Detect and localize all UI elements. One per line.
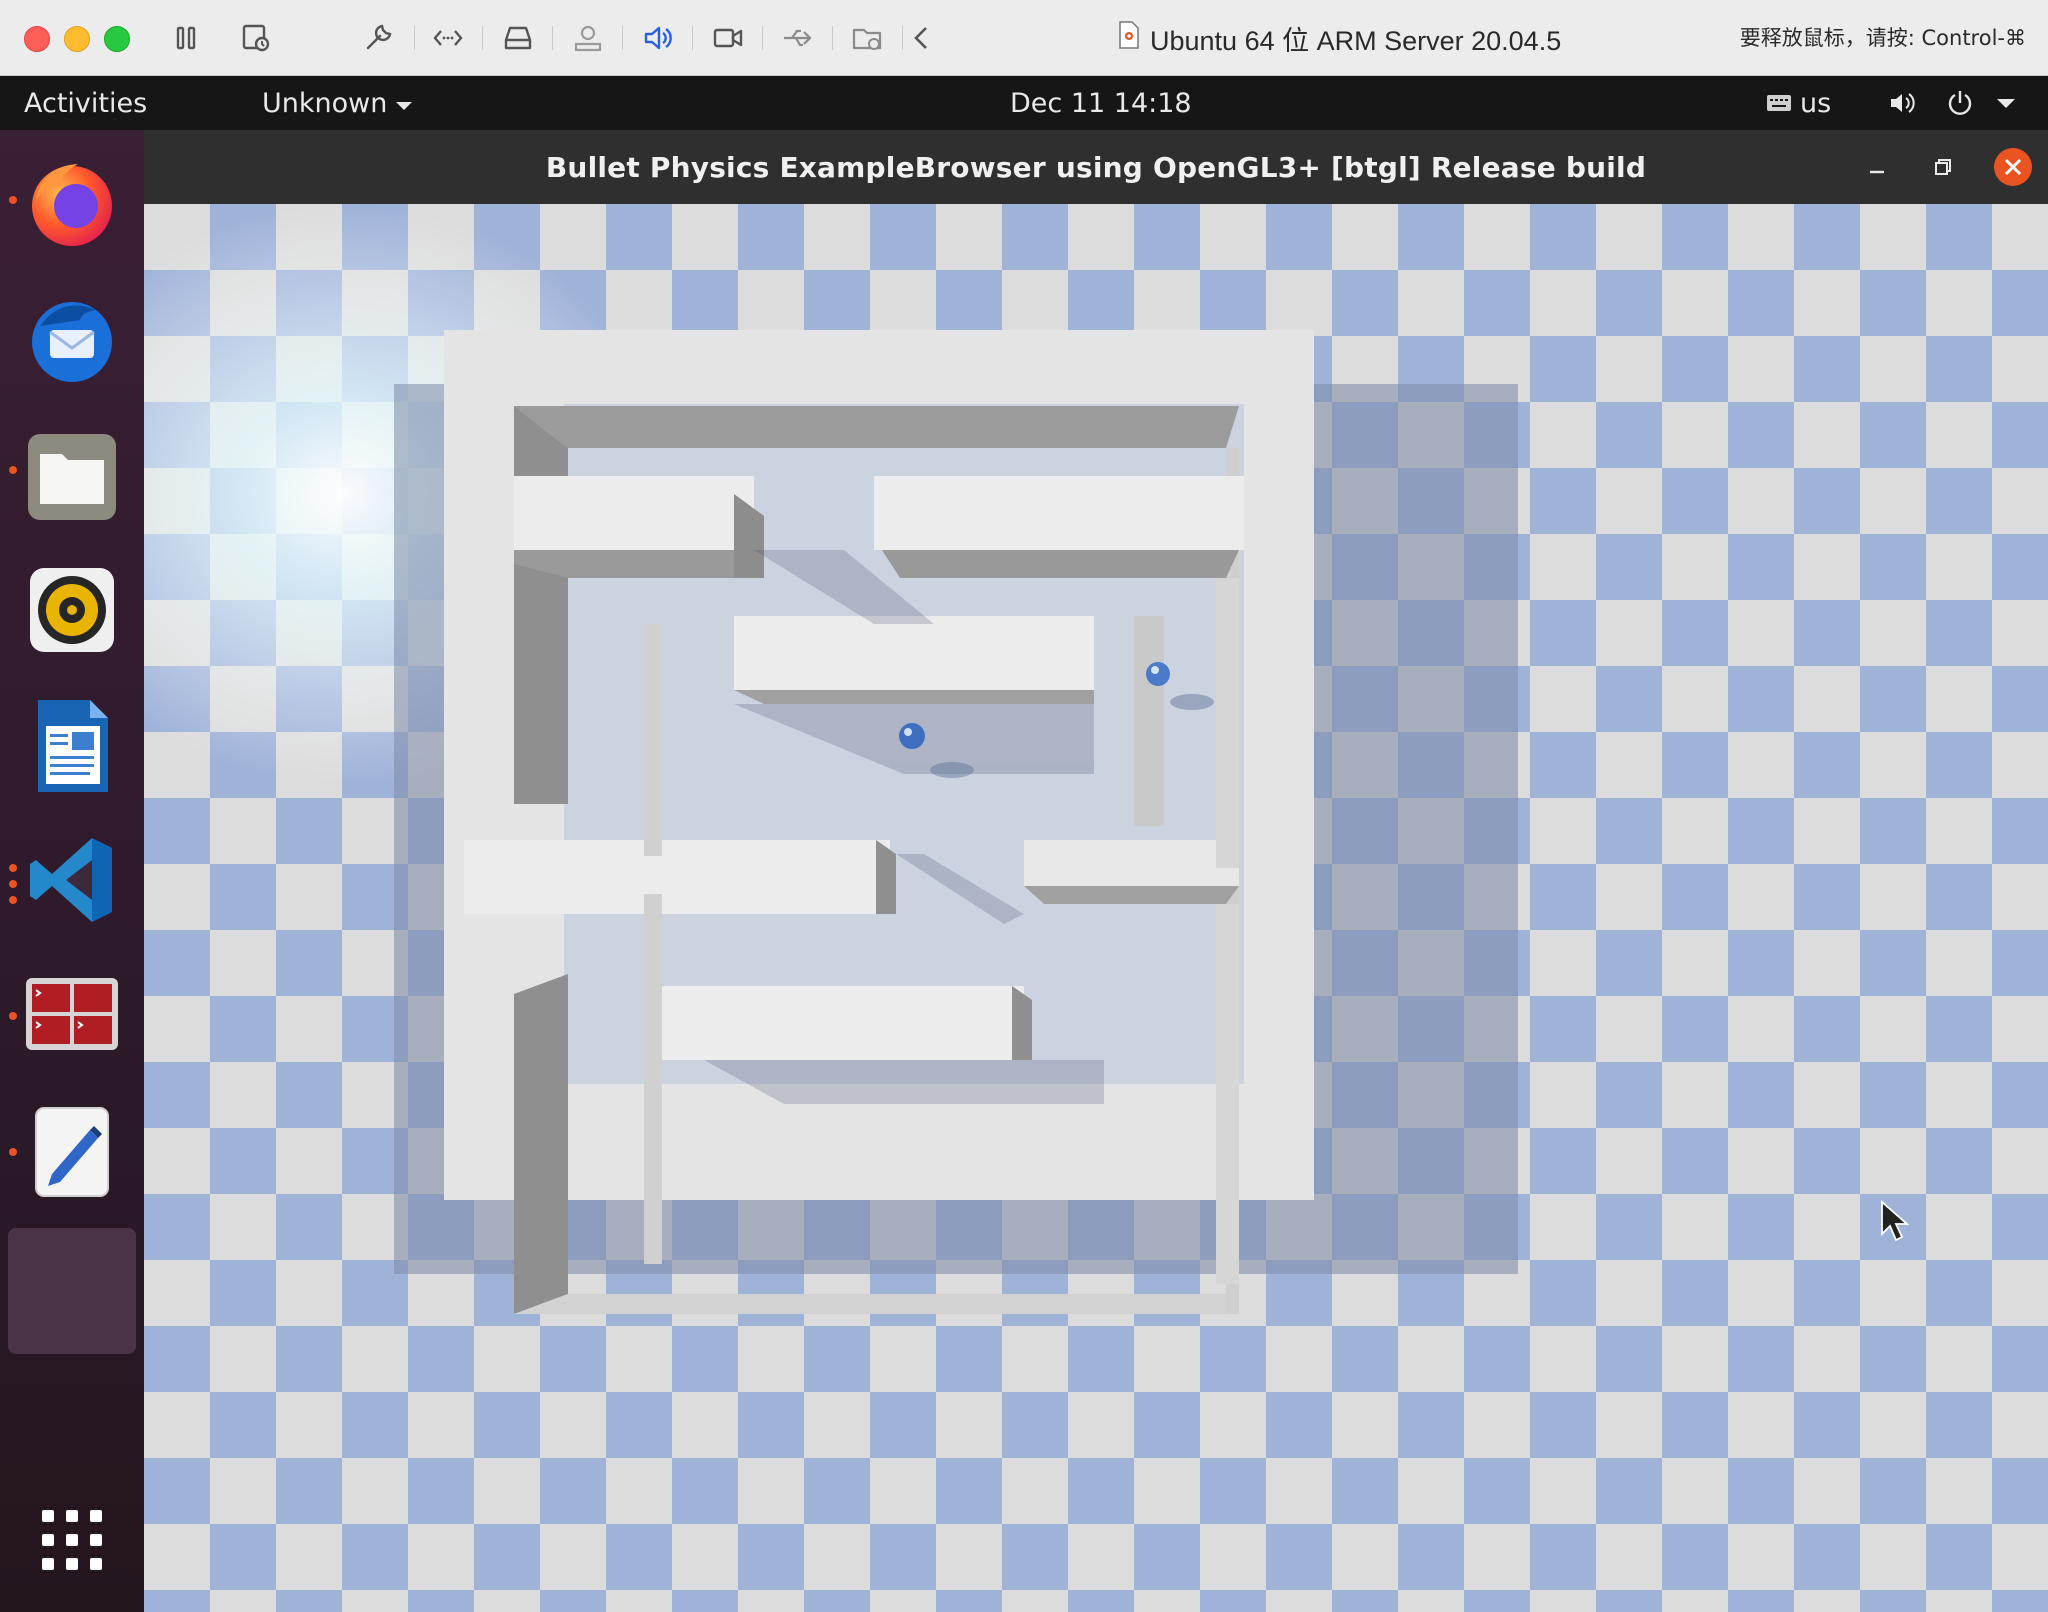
clock[interactable]: Dec 11 14:18 — [1010, 76, 1192, 130]
bullet-example-browser-window: Bullet Physics ExampleBrowser using Open… — [144, 130, 2048, 1612]
mouse-cursor-icon — [1881, 1200, 1910, 1242]
keyboard-icon — [1766, 88, 1792, 119]
release-mouse-hint: 要释放鼠标，请按: Control-⌘ — [1739, 26, 2026, 50]
camera-icon[interactable] — [710, 20, 746, 56]
running-indicator — [9, 896, 17, 904]
printer-icon[interactable] — [570, 20, 606, 56]
volume-icon[interactable] — [1888, 76, 1918, 130]
settings-wrench-icon[interactable] — [360, 20, 396, 56]
running-indicator — [9, 880, 17, 888]
vm-window-title: Ubuntu 64 位 ARM Server 20.04.5 — [1118, 18, 1561, 58]
app-menu[interactable]: Unknown — [262, 76, 413, 130]
ubuntu-dock — [0, 130, 144, 1612]
text-editor-icon[interactable] — [22, 1100, 122, 1200]
system-menu-chevron-icon[interactable] — [1996, 76, 2016, 130]
running-indicator — [9, 1148, 17, 1156]
opengl-viewport[interactable] — [144, 204, 2048, 1612]
files-icon[interactable] — [22, 426, 122, 526]
vm-close-button[interactable] — [24, 26, 50, 52]
vm-minimize-button[interactable] — [64, 26, 90, 52]
usb-icon[interactable] — [780, 20, 816, 56]
libreoffice-writer-icon[interactable] — [22, 696, 122, 796]
app-titlebar[interactable]: Bullet Physics ExampleBrowser using Open… — [144, 130, 2048, 204]
app-menu-label: Unknown — [262, 87, 388, 119]
back-chevron-icon[interactable] — [904, 20, 940, 56]
disk-icon[interactable] — [500, 20, 536, 56]
activities-button[interactable]: Activities — [24, 76, 147, 130]
close-icon[interactable] — [1994, 148, 2032, 186]
code-brackets-icon[interactable] — [430, 20, 466, 56]
vm-document-icon — [1118, 20, 1140, 56]
chevron-down-icon — [395, 88, 413, 119]
maze-scene — [144, 204, 1910, 1314]
visual-studio-code-icon[interactable] — [22, 830, 122, 930]
firefox-icon[interactable] — [22, 152, 122, 252]
show-applications-icon[interactable] — [22, 1490, 122, 1590]
gnome-top-bar: Activities Unknown Dec 11 14:18 us — [0, 76, 2048, 130]
speaker-icon[interactable] — [640, 20, 676, 56]
minimize-icon[interactable] — [1862, 152, 1892, 182]
running-app-tile[interactable] — [8, 1228, 136, 1354]
running-indicator — [9, 1012, 17, 1020]
app-window-title: Bullet Physics ExampleBrowser using Open… — [545, 150, 1647, 184]
vm-title-text: Ubuntu 64 位 ARM Server 20.04.5 — [1150, 25, 1562, 56]
keyboard-layout-label: us — [1800, 87, 1832, 119]
thunderbird-icon[interactable] — [22, 290, 122, 390]
terminal-app-icon[interactable] — [22, 964, 122, 1064]
keyboard-layout-indicator[interactable]: us — [1766, 76, 1831, 130]
pause-icon[interactable] — [168, 20, 204, 56]
snapshot-icon[interactable] — [238, 20, 274, 56]
restore-icon[interactable] — [1928, 152, 1958, 182]
running-indicator — [9, 466, 17, 474]
vm-toolbar: Ubuntu 64 位 ARM Server 20.04.5 要释放鼠标，请按:… — [0, 0, 2048, 76]
power-icon[interactable] — [1946, 76, 1974, 130]
running-indicator — [9, 196, 17, 204]
rhythmbox-icon[interactable] — [22, 560, 122, 660]
shared-folder-icon[interactable] — [850, 20, 886, 56]
vm-zoom-button[interactable] — [104, 26, 130, 52]
running-indicator — [9, 864, 17, 872]
